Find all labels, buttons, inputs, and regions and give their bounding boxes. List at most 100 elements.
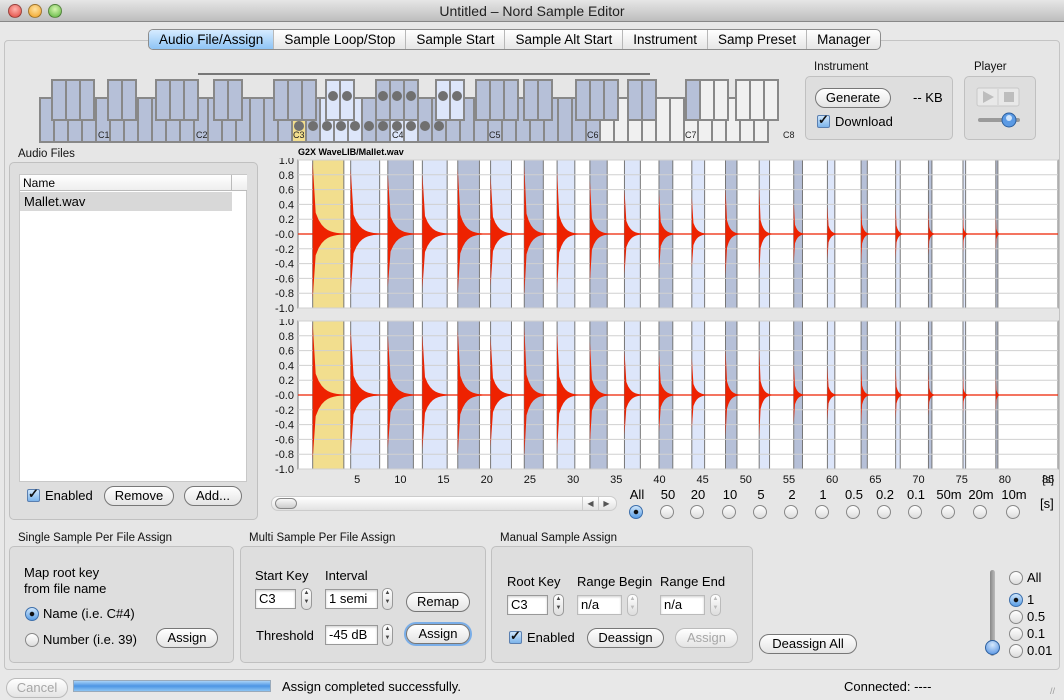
black-key[interactable] bbox=[641, 79, 657, 121]
black-key[interactable] bbox=[489, 79, 505, 121]
black-key[interactable] bbox=[65, 79, 81, 121]
amp-zoom-radio-All[interactable] bbox=[1009, 571, 1023, 585]
stop-icon[interactable] bbox=[1004, 92, 1014, 102]
black-key[interactable] bbox=[121, 79, 137, 121]
black-key[interactable] bbox=[523, 79, 539, 121]
enabled-checkbox[interactable] bbox=[27, 486, 40, 502]
black-key[interactable] bbox=[749, 79, 765, 121]
black-key[interactable] bbox=[287, 79, 303, 121]
white-key[interactable] bbox=[557, 97, 573, 143]
single-assign-button[interactable]: Assign bbox=[156, 628, 218, 648]
black-key[interactable] bbox=[627, 79, 643, 121]
resize-grip-icon[interactable]: // bbox=[1050, 686, 1055, 696]
file-row[interactable]: Mallet.wav bbox=[20, 192, 232, 211]
black-key[interactable] bbox=[51, 79, 67, 121]
interval-stepper[interactable]: ▲ ▼ bbox=[382, 588, 393, 610]
remap-button[interactable]: Remap bbox=[406, 592, 470, 612]
black-key[interactable] bbox=[213, 79, 229, 121]
amp-zoom-radio-0.01[interactable] bbox=[1009, 644, 1023, 658]
multi-assign-button[interactable]: Assign bbox=[406, 624, 470, 644]
generate-button[interactable]: Generate bbox=[815, 88, 891, 108]
white-key[interactable] bbox=[361, 97, 377, 143]
black-key[interactable] bbox=[301, 79, 317, 121]
minimize-window-button[interactable] bbox=[28, 4, 42, 18]
scroll-right-icon[interactable]: ▶ bbox=[598, 497, 614, 510]
black-key[interactable] bbox=[183, 79, 199, 121]
start-key-field[interactable]: C3 bbox=[255, 589, 296, 609]
black-key[interactable] bbox=[537, 79, 553, 121]
zoom-window-button[interactable] bbox=[48, 4, 62, 18]
download-checkbox[interactable] bbox=[817, 112, 830, 128]
time-zoom-radio-2[interactable] bbox=[784, 505, 798, 519]
black-key[interactable] bbox=[735, 79, 751, 121]
scrollbar-thumb[interactable] bbox=[275, 498, 297, 509]
amplitude-zoom-thumb[interactable] bbox=[985, 640, 1000, 655]
cancel-button[interactable]: Cancel bbox=[6, 678, 68, 698]
white-key[interactable] bbox=[669, 97, 685, 143]
white-key[interactable] bbox=[655, 97, 671, 143]
black-key[interactable] bbox=[169, 79, 185, 121]
black-key[interactable] bbox=[227, 79, 243, 121]
black-key[interactable] bbox=[273, 79, 289, 121]
interval-field[interactable]: 1 semi bbox=[325, 589, 378, 609]
black-key[interactable] bbox=[763, 79, 779, 121]
close-window-button[interactable] bbox=[8, 4, 22, 18]
waveform-scrollbar[interactable]: ◀ ▶ bbox=[271, 496, 617, 511]
tab-manager[interactable]: Manager bbox=[807, 30, 880, 49]
name-radio[interactable] bbox=[25, 607, 39, 621]
time-zoom-radio-0.5[interactable] bbox=[846, 505, 860, 519]
root-key-field[interactable]: C3 bbox=[507, 595, 548, 615]
tab-audio-file-assign[interactable]: Audio File/Assign bbox=[149, 30, 275, 49]
range-end-stepper[interactable]: ▲ ▼ bbox=[710, 594, 721, 616]
time-zoom-radio-50m[interactable] bbox=[941, 505, 955, 519]
time-zoom-radio-50[interactable] bbox=[660, 505, 674, 519]
black-key[interactable] bbox=[589, 79, 605, 121]
white-key[interactable] bbox=[249, 97, 265, 143]
range-begin-field[interactable]: n/a bbox=[577, 595, 622, 615]
tab-samp-preset[interactable]: Samp Preset bbox=[708, 30, 808, 49]
black-key[interactable] bbox=[107, 79, 123, 121]
amp-zoom-radio-0.1[interactable] bbox=[1009, 627, 1023, 641]
scroll-left-icon[interactable]: ◀ bbox=[582, 497, 598, 510]
time-zoom-radio-0.1[interactable] bbox=[908, 505, 922, 519]
deassign-button[interactable]: Deassign bbox=[587, 628, 664, 648]
black-key[interactable] bbox=[713, 79, 729, 121]
time-zoom-radio-10[interactable] bbox=[722, 505, 736, 519]
white-key[interactable] bbox=[417, 97, 433, 143]
time-zoom-radio-20m[interactable] bbox=[973, 505, 987, 519]
manual-assign-button[interactable]: Assign bbox=[675, 628, 738, 648]
deassign-all-button[interactable]: Deassign All bbox=[759, 634, 857, 654]
add-button[interactable]: Add... bbox=[184, 486, 242, 506]
time-zoom-radio-0.2[interactable] bbox=[877, 505, 891, 519]
waveform-channel-right[interactable]: 1.0 0.8 0.6 0.4 0.2 -0.0 -0.2 -0.4 -0.6 -0.8 -1.0 5… bbox=[268, 319, 1062, 499]
waveform-channel-left[interactable]: 1.0 0.8 0.6 0.4 0.2 -0.0 -0.2 -0.4 -0.6 -0.8 -1.0 bbox=[268, 158, 1062, 314]
time-zoom-radio-10m[interactable] bbox=[1006, 505, 1020, 519]
black-key[interactable] bbox=[575, 79, 591, 121]
tab-instrument[interactable]: Instrument bbox=[623, 30, 709, 49]
threshold-stepper[interactable]: ▲ ▼ bbox=[382, 624, 393, 646]
time-zoom-radio-5[interactable] bbox=[753, 505, 767, 519]
start-key-stepper[interactable]: ▲ ▼ bbox=[301, 588, 312, 610]
black-key[interactable] bbox=[603, 79, 619, 121]
manual-enabled-checkbox[interactable] bbox=[509, 628, 522, 644]
column-header-name[interactable]: Name bbox=[20, 175, 232, 191]
black-key[interactable] bbox=[155, 79, 171, 121]
keyboard[interactable]: C1 C2 C3 C4 C5 C6 C7 C8 bbox=[38, 70, 800, 144]
volume-slider[interactable] bbox=[978, 112, 1020, 128]
threshold-field[interactable]: -45 dB bbox=[325, 625, 378, 645]
time-zoom-radio-All[interactable] bbox=[629, 505, 643, 519]
number-radio[interactable] bbox=[25, 633, 39, 647]
root-key-stepper[interactable]: ▲ ▼ bbox=[553, 594, 564, 616]
white-key[interactable] bbox=[137, 97, 153, 143]
black-key[interactable] bbox=[503, 79, 519, 121]
tab-sample-start[interactable]: Sample Start bbox=[406, 30, 506, 49]
black-key[interactable] bbox=[699, 79, 715, 121]
range-end-field[interactable]: n/a bbox=[660, 595, 705, 615]
black-key[interactable] bbox=[79, 79, 95, 121]
amp-zoom-radio-0.5[interactable] bbox=[1009, 610, 1023, 624]
amp-zoom-radio-1[interactable] bbox=[1009, 593, 1023, 607]
time-zoom-radio-1[interactable] bbox=[815, 505, 829, 519]
time-zoom-radio-20[interactable] bbox=[690, 505, 704, 519]
tab-sample-alt-start[interactable]: Sample Alt Start bbox=[505, 30, 624, 49]
black-key[interactable] bbox=[475, 79, 491, 121]
